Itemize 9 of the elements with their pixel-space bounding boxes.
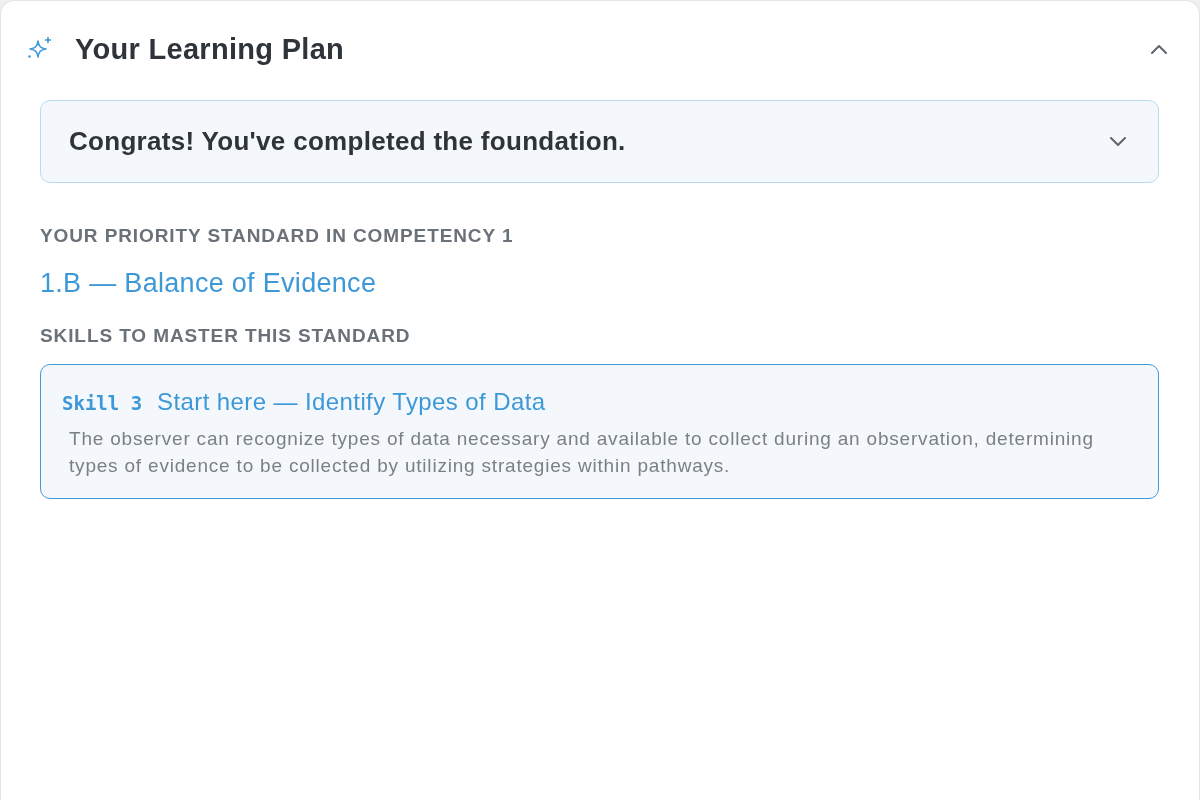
section-label: SKILLS TO MASTER THIS STANDARD bbox=[40, 324, 412, 348]
section-label: YOUR PRIORITY STANDARD IN COMPETENCY 1 bbox=[40, 224, 515, 248]
skill-description: The observer can recognize types of data necessary and available to collect during an observation, determining types of evidence to be collected by utilizing strategies within pathways. bbox=[69, 427, 1095, 478]
skill-title: Start here — Identify Types of Data bbox=[157, 388, 546, 416]
skill-card[interactable] bbox=[40, 364, 1159, 499]
skill-number: Skill 3 bbox=[62, 391, 143, 416]
notice-accordion-button[interactable]: Congrats! You've completed the foundation. bbox=[40, 100, 1159, 183]
standard-title: 1.B — Balance of Evidence bbox=[40, 267, 378, 299]
panel-title: Your Learning Plan bbox=[75, 31, 345, 67]
